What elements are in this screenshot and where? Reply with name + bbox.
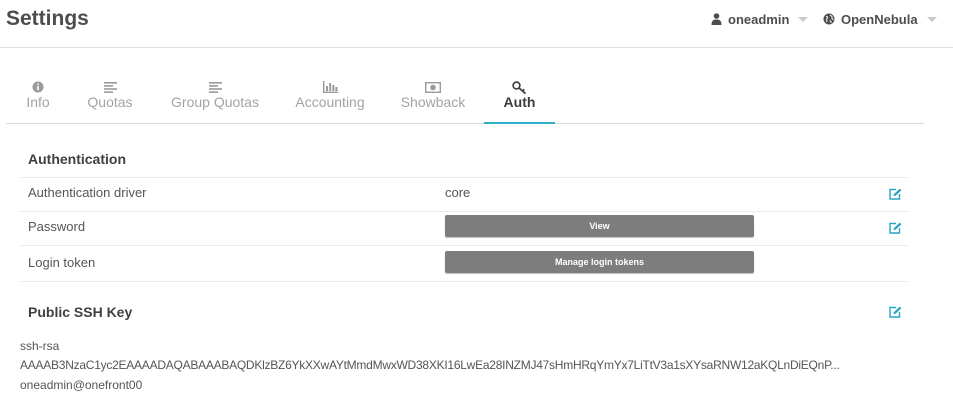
tab-label: Info — [26, 94, 50, 110]
align-left-icon — [103, 80, 117, 94]
settings-tabs: Info Quotas Group Quotas Accounting Show… — [6, 74, 924, 124]
user-icon — [711, 13, 722, 25]
page-title: Settings — [6, 7, 89, 30]
tab-accounting[interactable]: Accounting — [293, 74, 367, 123]
globe-icon — [823, 13, 835, 25]
login-token-label: Login token — [28, 255, 96, 270]
login-token-row: Login token Manage login tokens — [20, 245, 909, 282]
tab-label: Showback — [400, 94, 466, 110]
key-icon — [512, 80, 527, 94]
view-password-button[interactable]: View — [445, 215, 754, 237]
ssh-key-title: Public SSH Key — [28, 304, 133, 320]
edit-icon[interactable] — [889, 305, 902, 323]
edit-icon[interactable] — [889, 187, 902, 205]
chevron-down-icon — [798, 16, 809, 22]
tab-auth[interactable]: Auth — [484, 74, 555, 124]
zone-menu-label: OpenNebula — [841, 11, 918, 27]
tab-info[interactable]: Info — [14, 74, 62, 123]
tab-label: Group Quotas — [171, 94, 259, 110]
tab-group-quotas[interactable]: Group Quotas — [169, 74, 261, 123]
top-bar: Settings oneadmin OpenNebula — [0, 0, 953, 48]
user-menu-label: oneadmin — [728, 11, 790, 27]
bar-chart-icon — [322, 80, 338, 94]
ssh-key-type: ssh-rsa — [20, 339, 60, 353]
password-row: Password View — [20, 211, 909, 245]
align-left-icon — [208, 80, 222, 94]
tab-quotas[interactable]: Quotas — [86, 74, 134, 123]
tab-label: Quotas — [87, 94, 133, 110]
auth-driver-value: core — [445, 185, 471, 200]
info-icon — [32, 80, 44, 94]
auth-driver-label: Authentication driver — [28, 185, 147, 200]
edit-icon[interactable] — [889, 221, 902, 239]
auth-driver-row: Authentication driver core — [20, 177, 909, 211]
password-label: Password — [28, 219, 86, 234]
money-icon — [425, 80, 441, 94]
tab-label: Auth — [503, 94, 536, 110]
zone-menu[interactable]: OpenNebula — [823, 10, 937, 28]
ssh-key-value: AAAAB3NzaC1yc2EAAAADAQABAAABAQDKlzBZ6YkX… — [20, 358, 840, 372]
authentication-title: Authentication — [28, 151, 126, 167]
ssh-key-comment: oneadmin@onefront00 — [20, 378, 143, 392]
tab-label: Accounting — [295, 94, 365, 110]
tab-showback[interactable]: Showback — [399, 74, 467, 123]
chevron-down-icon — [926, 16, 937, 22]
user-menu[interactable]: oneadmin — [711, 10, 809, 28]
manage-login-tokens-button[interactable]: Manage login tokens — [445, 251, 754, 273]
